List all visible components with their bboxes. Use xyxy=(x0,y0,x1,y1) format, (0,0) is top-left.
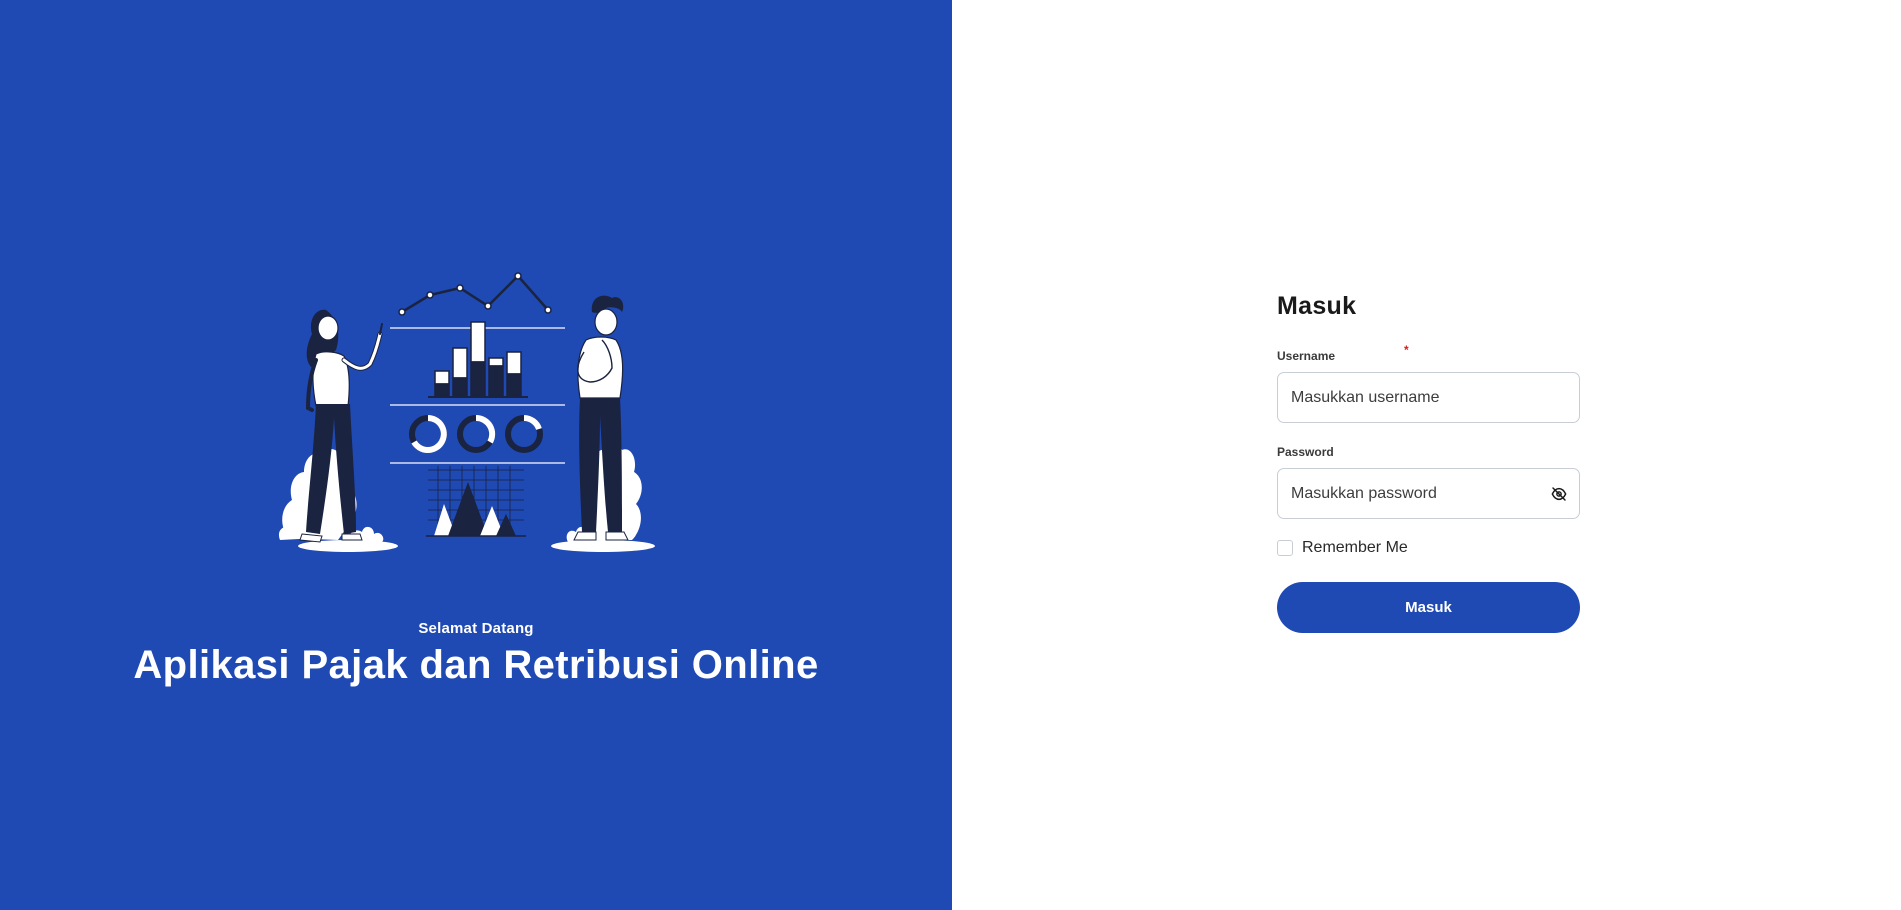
password-label-row: Password xyxy=(1277,443,1580,459)
username-input[interactable] xyxy=(1278,373,1579,422)
hero-panel: Selamat Datang Aplikasi Pajak dan Retrib… xyxy=(0,0,952,910)
remember-me-checkbox[interactable] xyxy=(1277,540,1293,556)
welcome-subtitle: Selamat Datang xyxy=(418,620,534,637)
username-field-group: Username * xyxy=(1277,343,1580,423)
login-panel: Masuk Username * Password xyxy=(952,0,1901,910)
login-form: Masuk Username * Password xyxy=(1277,292,1580,633)
remember-me-row: Remember Me xyxy=(1277,536,1580,560)
analytics-illustration xyxy=(278,272,655,552)
username-label: Username xyxy=(1277,349,1336,363)
login-page: Selamat Datang Aplikasi Pajak dan Retrib… xyxy=(0,0,1901,910)
password-label: Password xyxy=(1277,445,1334,459)
required-indicator: * xyxy=(1404,343,1409,357)
username-label-row: Username * xyxy=(1277,343,1580,363)
login-title: Masuk xyxy=(1277,292,1357,320)
username-input-wrapper xyxy=(1277,372,1580,423)
eye-off-icon[interactable] xyxy=(1539,469,1579,518)
app-title: Aplikasi Pajak dan Retribusi Online xyxy=(133,643,819,687)
password-input[interactable] xyxy=(1278,469,1579,518)
remember-me-label[interactable]: Remember Me xyxy=(1302,539,1408,557)
login-submit-button[interactable]: Masuk xyxy=(1277,582,1580,633)
hero-text: Selamat Datang Aplikasi Pajak dan Retrib… xyxy=(0,620,952,688)
password-input-wrapper xyxy=(1277,468,1580,519)
password-field-group: Password xyxy=(1277,443,1580,519)
